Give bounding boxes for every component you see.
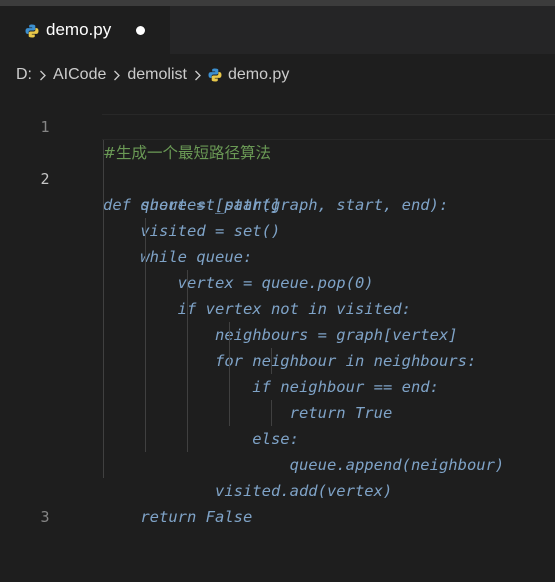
breadcrumb-item-file[interactable]: demo.py [228, 66, 289, 84]
line-number: 3 [40, 508, 50, 526]
code-line[interactable]: return True [0, 348, 555, 422]
python-file-icon [208, 68, 222, 82]
code-text: return False [103, 508, 253, 526]
code-line[interactable]: queue = [start] [0, 140, 555, 214]
chevron-right-icon [110, 69, 123, 82]
indent-guide [145, 218, 146, 452]
code-line[interactable]: 1 #生成一个最短路径算法 [0, 88, 555, 162]
indent-guide [271, 348, 272, 374]
breadcrumb-item-demolist[interactable]: demolist [127, 66, 187, 84]
code-line[interactable]: visited = set() [0, 166, 555, 240]
code-line[interactable]: if vertex not in visited: [0, 244, 555, 318]
indent-guide [229, 322, 230, 426]
indent-guide [271, 400, 272, 426]
code-line[interactable]: return False [0, 452, 555, 526]
chevron-right-icon [191, 69, 204, 82]
breadcrumb-item-aicode[interactable]: AICode [53, 66, 106, 84]
code-line[interactable]: vertex = queue.pop(0) [0, 218, 555, 292]
code-line[interactable]: for neighbour in neighbours: [0, 296, 555, 370]
code-editor[interactable]: 1 #生成一个最短路径算法 2 def shortest_path(graph,… [0, 87, 555, 535]
breadcrumb-item-drive[interactable]: D: [16, 66, 32, 84]
code-line[interactable]: visited.add(vertex) [0, 426, 555, 500]
code-line[interactable]: neighbours = graph[vertex] [0, 270, 555, 344]
tab-demo-py[interactable]: demo.py [0, 6, 170, 54]
code-line[interactable]: else: [0, 374, 555, 448]
code-line[interactable]: 2 def shortest_path(graph, start, end): [0, 114, 555, 214]
tab-bar: demo.py [0, 6, 555, 54]
chevron-right-icon [36, 69, 49, 82]
indent-guide [187, 270, 188, 452]
indent-guide [103, 140, 104, 478]
code-line[interactable]: while queue: [0, 192, 555, 266]
code-line[interactable]: if neighbour == end: [0, 322, 555, 396]
unsaved-indicator-icon[interactable] [136, 25, 146, 35]
code-line[interactable]: queue.append(neighbour) [0, 400, 555, 474]
tab-label: demo.py [46, 20, 112, 39]
breadcrumb: D: AICode demolist demo.py [16, 64, 289, 86]
current-line-highlight [102, 114, 555, 140]
python-file-icon [25, 23, 39, 38]
code-line[interactable]: 3 [0, 478, 555, 526]
